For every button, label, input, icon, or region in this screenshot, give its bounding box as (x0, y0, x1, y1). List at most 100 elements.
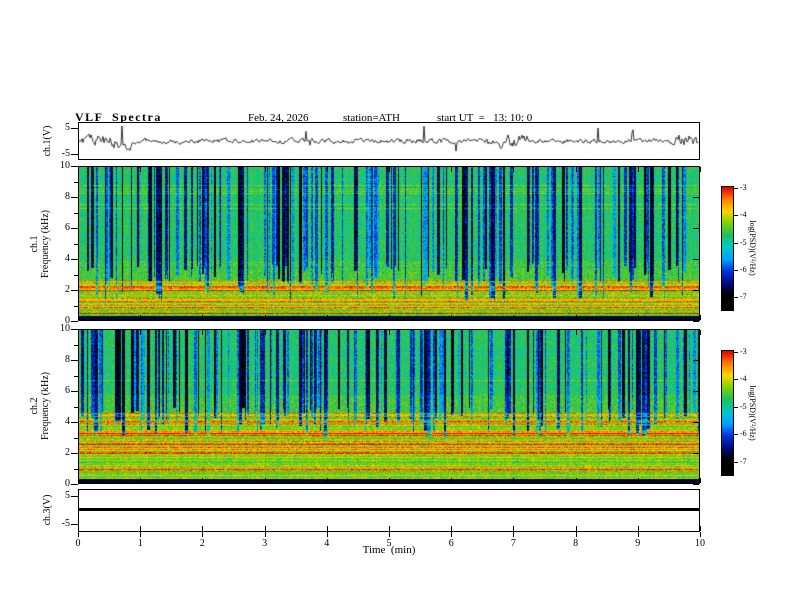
y-axis-tick (71, 197, 78, 198)
ch1-waveform-canvas (79, 123, 699, 159)
y-axis-tick-label: 6 (65, 222, 70, 233)
x-axis-tick (264, 532, 266, 537)
x-inner-tick (700, 330, 701, 335)
x-inner-tick (700, 526, 701, 531)
x-inner-tick (700, 315, 701, 320)
colorbar-tick (734, 461, 738, 463)
y-inner-tick (693, 259, 699, 260)
ch3-volt-ylabel-text: ch.3(V) (41, 494, 53, 526)
x-axis-tick-label: 1 (137, 538, 143, 549)
x-inner-tick (637, 330, 639, 335)
ch2-spectrogram-panel (78, 329, 700, 484)
y-axis-tick (71, 128, 78, 130)
x-inner-tick (575, 330, 577, 335)
x-axis-tick (575, 532, 577, 537)
x-inner-tick (575, 167, 577, 172)
colorbar-tick (734, 352, 738, 354)
y-inner-tick (693, 197, 699, 198)
colorbar-tick (734, 406, 738, 408)
colorbar-tick (734, 297, 738, 298)
x-inner-tick (637, 315, 639, 320)
x-inner-tick (389, 478, 390, 483)
x-axis-tick-label: 6 (448, 538, 454, 549)
colorbar-tick (734, 379, 738, 381)
colorbar-tick-label: -4 (740, 374, 747, 384)
ch1-spectrogram-panel (78, 166, 700, 321)
y-axis-minor-tick (74, 468, 78, 470)
x-inner-tick (451, 478, 453, 483)
x-inner-tick (264, 478, 266, 483)
y-axis-minor-tick (74, 212, 78, 214)
y-inner-tick (693, 484, 699, 485)
x-inner-tick (202, 478, 204, 483)
x-inner-tick (78, 167, 79, 172)
colorbar-tick-label: -3 (740, 183, 747, 192)
x-axis-tick-label: 7 (510, 538, 516, 549)
y-axis-tick-label: 2 (65, 284, 70, 295)
y-axis-tick-label: -5 (61, 518, 70, 530)
x-inner-tick (451, 526, 453, 531)
y-axis-tick (71, 495, 78, 497)
y-axis-tick-label: 5 (65, 122, 70, 134)
colorbar-tick (734, 242, 738, 244)
x-inner-tick (451, 315, 453, 320)
ch2-spec-ylabel-channel: ch.2 (29, 397, 40, 415)
ch3-flatline (79, 508, 699, 511)
x-inner-tick (140, 526, 142, 531)
x-axis-tick (389, 532, 390, 537)
ch1-spec-ylabel: ch.1 Frequency (kHz) (28, 169, 52, 319)
x-inner-tick (264, 167, 266, 172)
colorbar-tick-label: -3 (740, 347, 747, 357)
x-inner-tick (513, 478, 515, 483)
colorbar-tick-label: -5 (740, 401, 747, 411)
y-axis-tick (71, 484, 78, 485)
y-axis-minor-tick (74, 305, 78, 307)
x-inner-tick (140, 315, 142, 320)
x-inner-tick (513, 330, 515, 335)
x-inner-tick (575, 315, 577, 320)
x-inner-tick (389, 315, 390, 320)
y-inner-tick (693, 329, 699, 330)
y-axis-tick (71, 422, 78, 423)
x-axis-tick-label: 10 (695, 538, 705, 549)
x-inner-tick (326, 478, 328, 483)
y-axis-minor-tick (74, 437, 78, 439)
vlf-spectra-figure: VLF Spectra Feb. 24, 2026 station=ATH st… (0, 0, 792, 612)
y-axis-minor-tick (74, 344, 78, 346)
x-inner-tick (513, 167, 515, 172)
x-inner-tick (389, 167, 390, 172)
x-inner-tick (140, 478, 142, 483)
y-inner-tick (693, 360, 699, 361)
y-axis-tick-label: 8 (65, 354, 70, 365)
colorbar-tick-label: -4 (740, 210, 747, 220)
x-inner-tick (637, 478, 639, 483)
x-axis-tick-label: 2 (199, 538, 205, 549)
y-axis-minor-tick (74, 274, 78, 276)
x-inner-tick (264, 330, 266, 335)
x-inner-tick (202, 167, 204, 172)
y-axis-tick (71, 391, 78, 392)
y-axis-minor-tick (74, 375, 78, 377)
x-inner-tick (264, 315, 266, 320)
y-inner-tick (693, 422, 699, 423)
y-axis-tick (71, 290, 78, 291)
colorbar-tick-label: -6 (740, 264, 747, 274)
colorbar-ch1 (721, 186, 734, 311)
x-inner-tick (389, 330, 390, 335)
y-inner-tick (693, 166, 699, 167)
ch3-volt-ylabel: ch.3(V) (41, 480, 53, 540)
y-axis-tick-label: 2 (65, 447, 70, 458)
y-axis-tick (71, 259, 78, 260)
ch2-spec-ylabel: ch.2 Frequency (kHz) (28, 331, 52, 481)
colorbar-tick (734, 188, 738, 189)
x-axis-tick-label: 3 (262, 538, 268, 549)
y-axis-tick-label: 0 (65, 478, 70, 489)
x-inner-tick (202, 315, 204, 320)
colorbar-ch2-label: log(PSD)(V²/Hz) (748, 353, 758, 473)
x-inner-tick (326, 315, 328, 320)
x-axis-tick (140, 532, 142, 537)
x-inner-tick (700, 167, 701, 172)
x-inner-tick (326, 330, 328, 335)
y-inner-tick (693, 321, 699, 322)
ch1-volt-ylabel-text: ch.1(V) (41, 125, 53, 157)
